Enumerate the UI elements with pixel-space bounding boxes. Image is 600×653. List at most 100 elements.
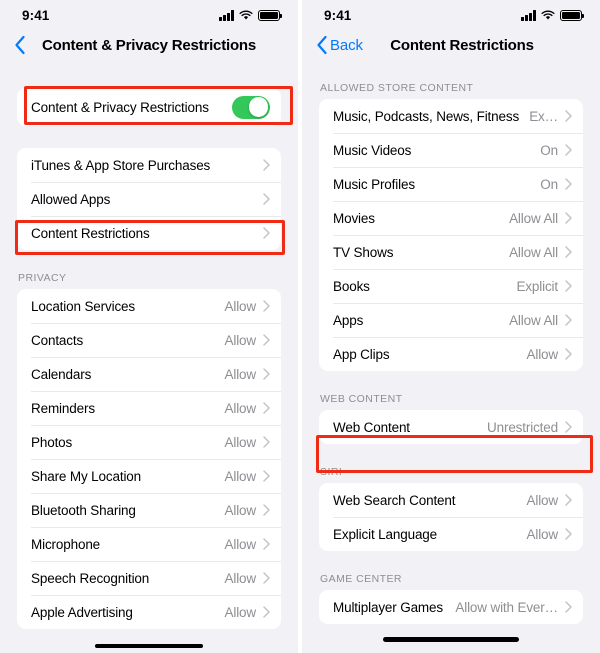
- row-label: Apps: [333, 312, 364, 328]
- row-content-restrictions[interactable]: Content Restrictions: [17, 216, 281, 250]
- row-contacts[interactable]: Contacts Allow: [17, 323, 281, 357]
- chevron-right-icon: [565, 494, 572, 506]
- row-label: Bluetooth Sharing: [31, 502, 136, 518]
- row-web-search-content[interactable]: Web Search Content Allow: [319, 483, 583, 517]
- right-phone-screen: 9:41 Back Content Restrictions ALLOWED S…: [302, 0, 600, 653]
- row-photos[interactable]: Photos Allow: [17, 425, 281, 459]
- game-center-card: Multiplayer Games Allow with Ever…: [319, 590, 583, 624]
- row-multiplayer-games[interactable]: Multiplayer Games Allow with Ever…: [319, 590, 583, 624]
- row-value: Allow with Ever…: [455, 599, 558, 615]
- chevron-left-icon: [317, 35, 327, 55]
- siri-card: Web Search Content Allow Explicit Langua…: [319, 483, 583, 551]
- row-label: Content Restrictions: [31, 225, 150, 241]
- web-content-card: Web Content Unrestricted: [319, 410, 583, 444]
- row-label: iTunes & App Store Purchases: [31, 157, 211, 173]
- row-share-my-location[interactable]: Share My Location Allow: [17, 459, 281, 493]
- left-phone-screen: 9:41 Content & Privacy Restrictions Cont…: [0, 0, 298, 653]
- status-time: 9:41: [22, 7, 50, 23]
- row-value: Allow: [526, 346, 558, 362]
- row-label: Content & Privacy Restrictions: [31, 99, 209, 115]
- chevron-right-icon: [263, 470, 270, 482]
- row-label: Explicit Language: [333, 526, 438, 542]
- toggle-knob: [248, 97, 269, 117]
- row-value: Unrestricted: [487, 419, 558, 435]
- allowed-store-content-header: ALLOWED STORE CONTENT: [320, 82, 474, 94]
- master-toggle-card: Content & Privacy Restrictions: [17, 88, 281, 126]
- row-movies[interactable]: Movies Allow All: [319, 201, 583, 235]
- row-value: Allow: [224, 434, 256, 450]
- row-value: Allow: [224, 468, 256, 484]
- row-explicit-language[interactable]: Explicit Language Allow: [319, 517, 583, 551]
- dual-screen-comparison: 9:41 Content & Privacy Restrictions Cont…: [0, 0, 600, 653]
- page-title: Content & Privacy Restrictions: [41, 36, 257, 54]
- nav-bar: Content & Privacy Restrictions: [0, 30, 298, 60]
- row-label: Movies: [333, 210, 375, 226]
- row-value: Allow: [526, 492, 558, 508]
- row-music-podcasts-news-fitness[interactable]: Music, Podcasts, News, Fitness Ex…: [319, 99, 583, 133]
- row-label: Allowed Apps: [31, 191, 111, 207]
- row-label: Apple Advertising: [31, 604, 133, 620]
- row-location-services[interactable]: Location Services Allow: [17, 289, 281, 323]
- allowed-store-content-card: Music, Podcasts, News, Fitness Ex… Music…: [319, 99, 583, 371]
- row-value: Allow All: [509, 312, 558, 328]
- row-label: Share My Location: [31, 468, 142, 484]
- game-center-header: GAME CENTER: [320, 573, 402, 585]
- row-books[interactable]: Books Explicit: [319, 269, 583, 303]
- row-label: Location Services: [31, 298, 136, 314]
- row-speech-recognition[interactable]: Speech Recognition Allow: [17, 561, 281, 595]
- chevron-right-icon: [565, 212, 572, 224]
- chevron-right-icon: [263, 159, 270, 171]
- chevron-right-icon: [565, 348, 572, 360]
- row-value: Ex…: [529, 108, 558, 124]
- row-app-clips[interactable]: App Clips Allow: [319, 337, 583, 371]
- home-indicator: [383, 637, 519, 642]
- row-content-privacy-restrictions[interactable]: Content & Privacy Restrictions: [17, 88, 281, 126]
- home-indicator: [95, 643, 203, 648]
- row-label: App Clips: [333, 346, 390, 362]
- back-button[interactable]: Back: [316, 35, 363, 55]
- restrictions-menu-card: iTunes & App Store Purchases Allowed App…: [17, 148, 281, 250]
- row-music-profiles[interactable]: Music Profiles On: [319, 167, 583, 201]
- content-privacy-restrictions-toggle[interactable]: [232, 95, 270, 119]
- wifi-icon: [541, 10, 555, 20]
- chevron-right-icon: [263, 572, 270, 584]
- row-itunes-app-store-purchases[interactable]: iTunes & App Store Purchases: [17, 148, 281, 182]
- row-value: Allow: [224, 570, 256, 586]
- cellular-bars-icon: [219, 10, 234, 21]
- row-value: Allow: [224, 400, 256, 416]
- chevron-right-icon: [263, 436, 270, 448]
- row-label: Web Search Content: [333, 492, 456, 508]
- wifi-icon: [239, 10, 253, 20]
- row-reminders[interactable]: Reminders Allow: [17, 391, 281, 425]
- row-music-videos[interactable]: Music Videos On: [319, 133, 583, 167]
- battery-icon: [560, 10, 585, 21]
- chevron-right-icon: [565, 280, 572, 292]
- row-label: Microphone: [31, 536, 101, 552]
- chevron-right-icon: [565, 528, 572, 540]
- cellular-bars-icon: [521, 10, 536, 21]
- row-value: Allow: [526, 526, 558, 542]
- row-value: Allow: [224, 502, 256, 518]
- row-apple-advertising[interactable]: Apple Advertising Allow: [17, 595, 281, 629]
- row-label: Books: [333, 278, 370, 294]
- back-button[interactable]: [14, 35, 28, 55]
- row-label: Multiplayer Games: [333, 599, 443, 615]
- status-bar: 9:41: [302, 0, 600, 30]
- row-apps[interactable]: Apps Allow All: [319, 303, 583, 337]
- chevron-right-icon: [565, 110, 572, 122]
- row-value: Allow: [224, 298, 256, 314]
- battery-icon: [258, 10, 283, 21]
- row-calendars[interactable]: Calendars Allow: [17, 357, 281, 391]
- row-tv-shows[interactable]: TV Shows Allow All: [319, 235, 583, 269]
- row-microphone[interactable]: Microphone Allow: [17, 527, 281, 561]
- row-label: Music Videos: [333, 142, 412, 158]
- row-bluetooth-sharing[interactable]: Bluetooth Sharing Allow: [17, 493, 281, 527]
- row-allowed-apps[interactable]: Allowed Apps: [17, 182, 281, 216]
- row-web-content[interactable]: Web Content Unrestricted: [319, 410, 583, 444]
- chevron-right-icon: [565, 601, 572, 613]
- chevron-right-icon: [263, 300, 270, 312]
